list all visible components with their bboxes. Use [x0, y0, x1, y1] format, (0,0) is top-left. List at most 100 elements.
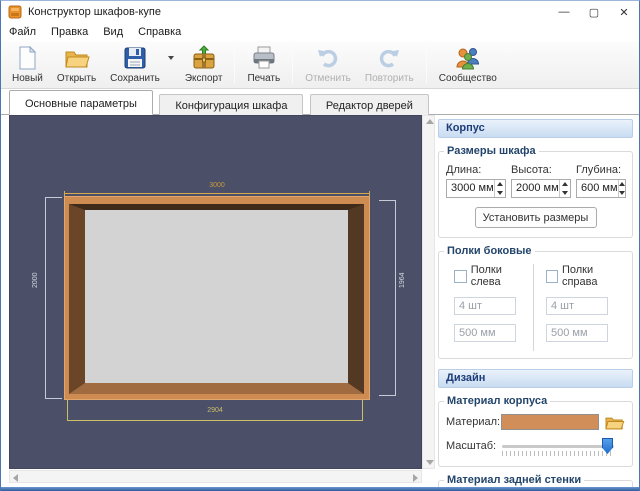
dimension-line-top	[64, 193, 370, 194]
height-value: 2000 мм	[512, 180, 559, 197]
shelves-right-width-field: 500 мм	[546, 324, 608, 342]
wardrobe-frame[interactable]	[64, 196, 370, 400]
depth-spin-up-icon[interactable]	[619, 180, 625, 189]
app-icon	[8, 5, 22, 19]
redo-button: Повторить	[358, 43, 421, 86]
back-material-legend: Материал задней стенки	[444, 474, 584, 486]
toolbar-separator	[426, 46, 427, 83]
community-button[interactable]: Сообщество	[432, 43, 504, 86]
shelves-right-count-field: 4 шт	[546, 297, 608, 315]
export-button-label: Экспорт	[185, 73, 223, 84]
shelves-left-label: Полки слева	[471, 264, 533, 288]
shelves-right-checkbox[interactable]	[546, 270, 558, 283]
scroll-right-icon[interactable]	[413, 474, 418, 482]
print-button-label: Печать	[247, 73, 280, 84]
tab-main-parameters[interactable]: Основные параметры	[9, 90, 153, 115]
shelves-left-count-field: 4 шт	[454, 297, 516, 315]
dimension-label-left: 2000	[32, 272, 40, 288]
vertical-scrollbar[interactable]	[422, 115, 435, 469]
new-button[interactable]: Новый	[5, 43, 50, 86]
shelves-right-column: Полки справа 4 шт 500 мм	[533, 264, 625, 351]
height-spinner[interactable]: 2000 мм	[511, 179, 571, 198]
toolbar: Новый Открыть Сохранить	[1, 41, 639, 89]
toolbar-separator	[292, 46, 293, 83]
dimension-line-right	[395, 200, 396, 396]
close-button[interactable]: ✕	[609, 1, 639, 23]
window-bottom-border	[1, 487, 639, 491]
design-canvas[interactable]: 3000 2000 1964 2904	[9, 115, 422, 469]
tab-wardrobe-configuration[interactable]: Конфигурация шкафа	[159, 94, 303, 117]
save-button-group: Сохранить	[103, 43, 178, 86]
height-label: Высота:	[511, 164, 571, 176]
open-button-label: Открыть	[57, 73, 96, 84]
shelves-group-legend: Полки боковые	[444, 245, 535, 257]
menu-view[interactable]: Вид	[103, 26, 123, 38]
printer-icon	[251, 45, 277, 71]
undo-button: Отменить	[298, 43, 358, 86]
set-sizes-button[interactable]: Установить размеры	[475, 207, 597, 228]
length-spin-down-icon[interactable]	[495, 189, 505, 198]
scroll-down-icon[interactable]	[426, 460, 434, 465]
sizes-group-legend: Размеры шкафа	[444, 145, 539, 157]
export-chest-icon	[191, 45, 217, 71]
horizontal-scrollbar[interactable]	[9, 470, 422, 483]
body-scale-slider[interactable]	[502, 437, 614, 455]
app-window: Конструктор шкафов-купе — ▢ ✕ Файл Правк…	[0, 0, 640, 491]
shelves-left-checkbox[interactable]	[454, 270, 467, 283]
redo-icon	[376, 45, 402, 71]
height-spin-down-icon[interactable]	[560, 189, 570, 198]
parameters-panel: Корпус Размеры шкафа Длина: 3000 мм Высо…	[438, 119, 633, 491]
maximize-button[interactable]: ▢	[579, 1, 609, 23]
save-dropdown-arrow[interactable]	[168, 56, 174, 60]
toolbar-separator	[234, 46, 235, 83]
window-title: Конструктор шкафов-купе	[28, 6, 549, 18]
save-button[interactable]: Сохранить	[103, 43, 167, 86]
length-spin-up-icon[interactable]	[495, 180, 505, 189]
minimize-button[interactable]: —	[549, 1, 579, 23]
side-shelves-group: Полки боковые Полки слева 4 шт 500 мм По…	[438, 251, 633, 359]
height-spin-up-icon[interactable]	[560, 180, 570, 189]
body-material-swatch[interactable]	[501, 414, 599, 430]
menu-bar: Файл Правка Вид Справка	[1, 23, 639, 41]
new-document-icon	[14, 45, 40, 71]
tab-strip: Основные параметры Конфигурация шкафа Ре…	[1, 90, 639, 115]
open-folder-icon	[64, 45, 90, 71]
community-people-icon	[455, 45, 481, 71]
length-value: 3000 мм	[447, 180, 494, 197]
menu-file[interactable]: Файл	[9, 26, 36, 38]
export-button[interactable]: Экспорт	[178, 43, 230, 86]
tab-door-editor[interactable]: Редактор дверей	[310, 94, 429, 117]
open-button[interactable]: Открыть	[50, 43, 103, 86]
korpus-section-header: Корпус	[438, 119, 633, 138]
body-material-group: Материал корпуса Материал: Масштаб:	[438, 401, 633, 467]
print-button[interactable]: Печать	[240, 43, 287, 86]
body-scale-label: Масштаб:	[446, 440, 502, 452]
undo-button-label: Отменить	[305, 73, 351, 84]
dimension-label-right: 1964	[399, 272, 407, 288]
body-material-label: Материал:	[446, 416, 501, 428]
depth-spin-down-icon[interactable]	[619, 189, 625, 198]
undo-icon	[315, 45, 341, 71]
length-label: Длина:	[446, 164, 506, 176]
shelves-left-column: Полки слева 4 шт 500 мм	[446, 264, 533, 351]
depth-spinner[interactable]: 600 мм	[576, 179, 626, 198]
dimension-label-bottom: 2904	[67, 407, 363, 415]
wardrobe-interior	[69, 204, 364, 394]
body-scale-slider-track	[502, 445, 614, 448]
scroll-left-icon[interactable]	[13, 474, 18, 482]
length-spinner[interactable]: 3000 мм	[446, 179, 506, 198]
wardrobe-sizes-group: Размеры шкафа Длина: 3000 мм Высота:	[438, 151, 633, 238]
scroll-up-icon[interactable]	[426, 119, 434, 124]
depth-value: 600 мм	[577, 180, 618, 197]
shelves-left-width-field: 500 мм	[454, 324, 516, 342]
body-material-folder-icon[interactable]	[605, 415, 625, 430]
menu-edit[interactable]: Правка	[51, 26, 88, 38]
dimension-line-left	[45, 197, 46, 399]
menu-help[interactable]: Справка	[138, 26, 181, 38]
community-button-label: Сообщество	[439, 73, 497, 84]
new-button-label: Новый	[12, 73, 43, 84]
body-scale-slider-thumb[interactable]	[602, 438, 613, 454]
title-bar: Конструктор шкафов-купе — ▢ ✕	[1, 1, 639, 23]
depth-label: Глубина:	[576, 164, 626, 176]
shelves-right-label: Полки справа	[562, 264, 625, 288]
